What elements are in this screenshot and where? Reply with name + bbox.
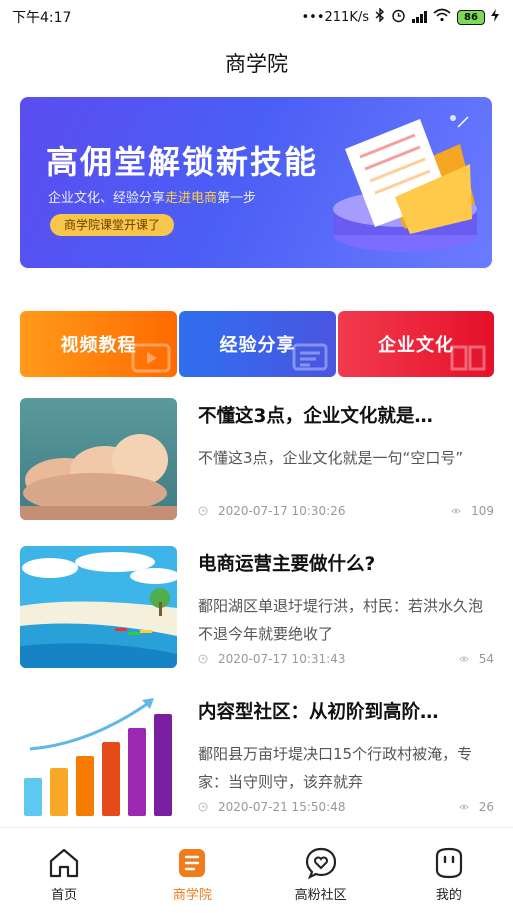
article-meta: 2020-07-21 15:50:48 26 bbox=[198, 800, 494, 814]
eye-icon bbox=[458, 656, 469, 662]
signal-icon bbox=[412, 11, 427, 23]
business-school-icon bbox=[179, 849, 206, 877]
banner-title: 高佣堂解锁新技能 bbox=[46, 143, 319, 181]
article-title: 电商运营主要做什么? bbox=[198, 554, 376, 575]
nav-label: 我的 bbox=[435, 888, 462, 903]
article-title: 不懂这3点，企业文化就是… bbox=[198, 406, 433, 427]
category-label: 视频教程 bbox=[60, 335, 137, 356]
article-item[interactable]: 电商运营主要做什么? 鄱阳湖区单退圩堤行洪，村民：若洪水久泡不退今年就要绝收了 … bbox=[20, 546, 494, 668]
article-views: 26 bbox=[478, 800, 494, 814]
category-label: 企业文化 bbox=[378, 335, 454, 356]
nav-label: 商学院 bbox=[172, 888, 212, 903]
article-item[interactable]: 不懂这3点，企业文化就是… 不懂这3点，企业文化就是一句“空口号” 2020-0… bbox=[20, 398, 494, 520]
nav-profile[interactable]: 我的 bbox=[385, 828, 513, 913]
article-item[interactable]: 内容型社区：从初阶到高阶… 鄱阳县万亩圩堤决口15个行政村被淹，专家：当守则守，… bbox=[20, 694, 494, 816]
eye-icon bbox=[451, 508, 461, 514]
article-date: 2020-07-17 10:30:26 bbox=[218, 504, 346, 518]
nav-label: 高粉社区 bbox=[294, 888, 347, 903]
wifi-icon bbox=[433, 8, 451, 26]
clock-icon bbox=[198, 506, 208, 516]
book-icon bbox=[450, 345, 486, 371]
article-views: 54 bbox=[478, 652, 494, 666]
bluetooth-icon bbox=[375, 7, 385, 26]
share-chart-icon bbox=[292, 343, 328, 371]
nav-business-school[interactable]: 商学院 bbox=[128, 828, 256, 913]
article-thumbnail bbox=[20, 546, 177, 668]
article-thumbnail bbox=[20, 398, 177, 520]
play-icon bbox=[131, 343, 171, 373]
document-illustration-icon bbox=[333, 116, 477, 252]
alarm-icon bbox=[391, 8, 406, 27]
article-thumbnail bbox=[20, 694, 177, 816]
category-corporate-culture[interactable]: 企业文化 bbox=[338, 311, 494, 377]
home-icon bbox=[50, 848, 79, 878]
bottom-navigation: 首页 商学院 高粉社区 我的 bbox=[0, 827, 513, 913]
article-description: 鄱阳县万亩圩堤决口15个行政村被淹，专家：当守则守，该弃就弃 bbox=[198, 745, 473, 791]
category-label: 经验分享 bbox=[219, 335, 296, 356]
status-indicators: •••211K/s 86 bbox=[301, 7, 499, 27]
article-date: 2020-07-21 15:50:48 bbox=[218, 800, 346, 814]
article-title: 内容型社区：从初阶到高阶… bbox=[198, 702, 439, 723]
community-heart-icon bbox=[305, 847, 336, 880]
clock-icon bbox=[198, 654, 208, 664]
article-description: 鄱阳湖区单退圩堤行洪，村民：若洪水久泡不退今年就要绝收了 bbox=[198, 597, 484, 643]
article-meta: 2020-07-17 10:30:26 109 bbox=[198, 504, 494, 518]
category-video-tutorial[interactable]: 视频教程 bbox=[20, 311, 177, 377]
article-description: 不懂这3点，企业文化就是一句“空口号” bbox=[198, 449, 464, 467]
banner-button[interactable]: 商学院课堂开课了 bbox=[50, 214, 175, 236]
article-date: 2020-07-17 10:31:43 bbox=[218, 652, 346, 666]
nav-home[interactable]: 首页 bbox=[0, 828, 128, 913]
profile-icon bbox=[435, 847, 462, 879]
nav-community[interactable]: 高粉社区 bbox=[257, 828, 385, 913]
clock-icon bbox=[198, 802, 208, 812]
charging-icon bbox=[491, 8, 499, 26]
network-speed: •••211K/s bbox=[301, 9, 370, 25]
article-meta: 2020-07-17 10:31:43 54 bbox=[198, 652, 494, 666]
nav-label: 首页 bbox=[51, 888, 78, 903]
banner-subtitle: 企业文化、经验分享走进电商第一步 bbox=[48, 191, 257, 206]
category-experience-share[interactable]: 经验分享 bbox=[179, 311, 336, 377]
battery-icon: 86 bbox=[457, 9, 485, 25]
eye-icon bbox=[458, 804, 469, 810]
status-bar: 下午4:17 •••211K/s 86 bbox=[0, 0, 513, 34]
promo-banner[interactable]: 高佣堂解锁新技能 企业文化、经验分享走进电商第一步 商学院课堂开课了 bbox=[20, 97, 492, 268]
article-views: 109 bbox=[471, 504, 494, 518]
page-title: 商学院 bbox=[225, 52, 288, 76]
status-time: 下午4:17 bbox=[12, 10, 72, 26]
